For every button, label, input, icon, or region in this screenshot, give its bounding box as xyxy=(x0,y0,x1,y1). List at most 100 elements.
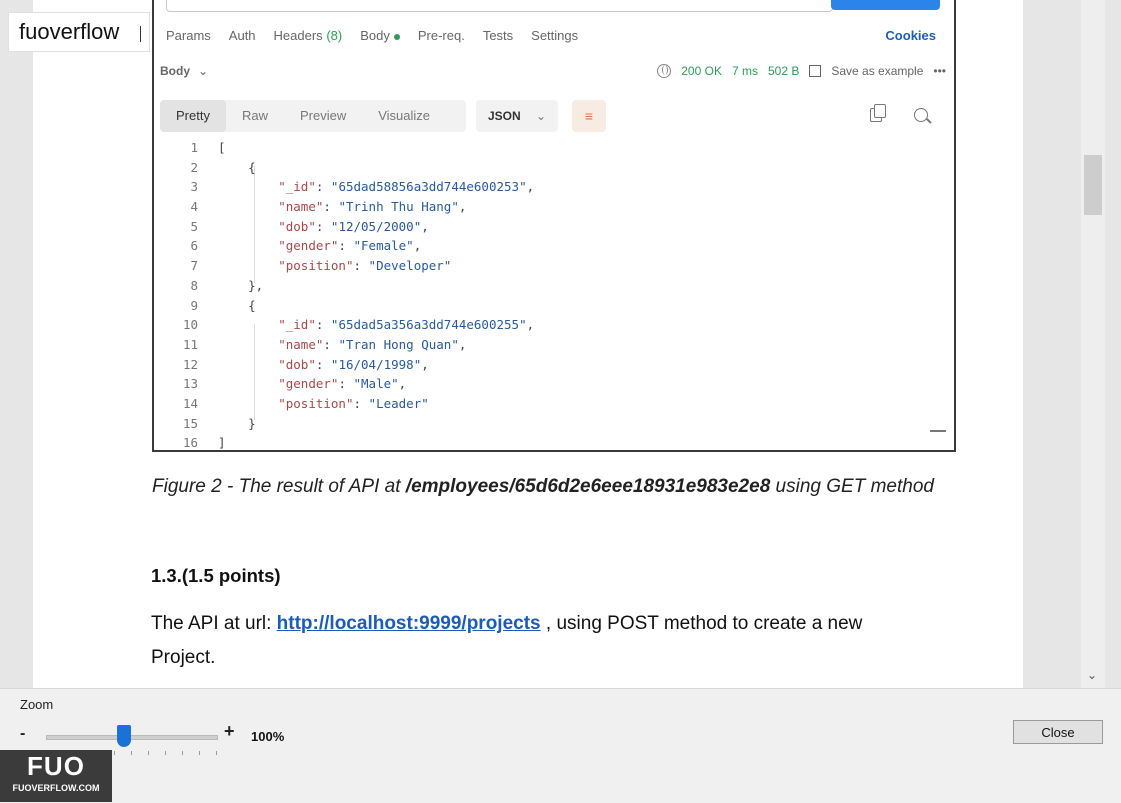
code-text: "dob": "12/05/2000", xyxy=(278,218,429,234)
code-line: 16] xyxy=(154,433,944,453)
line-number: 14 xyxy=(182,395,198,411)
response-size: 502 B xyxy=(767,64,800,78)
save-icon xyxy=(809,65,822,77)
code-text: "_id": "65dad5a356a3dd744e600255", xyxy=(278,317,535,333)
scroll-marker xyxy=(930,430,946,432)
code-line: 8 }, xyxy=(154,276,944,296)
slider-tick xyxy=(165,751,166,755)
headers-count: (8) xyxy=(326,28,343,43)
vertical-scrollbar[interactable]: ⌄ xyxy=(1081,0,1105,688)
tab-headers: Headers (8) xyxy=(273,28,343,43)
cookies-link: Cookies xyxy=(885,28,936,43)
view-tabs: Pretty Raw Preview Visualize xyxy=(160,100,466,132)
line-number: 15 xyxy=(182,415,198,431)
code-line: 7 "position": "Developer" xyxy=(154,256,944,276)
send-button xyxy=(831,0,940,10)
line-number: 6 xyxy=(190,238,198,254)
line-number: 2 xyxy=(190,159,198,175)
code-line: 6 "gender": "Female", xyxy=(154,236,944,256)
section-title: 1.3.(1.5 points) xyxy=(151,565,281,586)
code-text: "name": "Trinh Thu Hang", xyxy=(278,199,467,215)
line-number: 3 xyxy=(190,179,198,195)
code-text: "dob": "16/04/1998", xyxy=(278,356,429,372)
document-viewer: Params Auth Headers (8) Body Pre-req. Tests Se… xyxy=(0,0,1121,688)
chevron-down-icon: ⌄ xyxy=(198,64,209,78)
status-code: 200 OK xyxy=(681,64,722,78)
response-bar: Body ⌄ 200 OK 7 ms 502 B Save as example … xyxy=(160,64,948,84)
line-number: 11 xyxy=(182,336,198,352)
code-text: [ xyxy=(218,140,226,155)
tab-preview: Preview xyxy=(299,108,347,123)
format-select: JSON ⌄ xyxy=(476,100,558,132)
line-number: 12 xyxy=(182,356,198,372)
postman-screenshot: Params Auth Headers (8) Body Pre-req. Tests Se… xyxy=(152,0,956,452)
code-line: 10 "_id": "65dad5a356a3dd744e600255", xyxy=(154,315,944,335)
zoom-in-button[interactable]: + xyxy=(224,721,235,742)
code-line: 9 { xyxy=(154,296,944,316)
json-code-view: 1[2 {3 "_id": "65dad58856a3dd744e600253"… xyxy=(154,138,944,453)
slider-tick xyxy=(131,751,132,755)
search-icon xyxy=(914,108,928,122)
code-line: 15 } xyxy=(154,414,944,434)
code-text: { xyxy=(218,159,256,175)
code-text: "position": "Developer" xyxy=(278,258,452,274)
code-line: 5 "dob": "12/05/2000", xyxy=(154,217,944,237)
tab-body: Body xyxy=(360,28,400,43)
line-number: 13 xyxy=(182,376,198,392)
slider-tick xyxy=(148,751,149,755)
zoom-panel: Zoom - + 100% Close xyxy=(0,688,1121,803)
code-line: 1[ xyxy=(154,138,944,158)
tab-visualize: Visualize xyxy=(378,108,431,123)
code-text: ] xyxy=(218,435,226,451)
url-bar xyxy=(166,0,833,12)
zoom-out-button[interactable]: - xyxy=(20,725,25,743)
wrap-lines-icon: ≡ xyxy=(572,100,606,132)
zoom-value: 100% xyxy=(251,729,285,744)
globe-icon xyxy=(657,64,672,78)
request-tabs: Params Auth Headers (8) Body Pre-req. Tests Se… xyxy=(166,28,596,43)
line-number: 16 xyxy=(182,435,198,451)
fuoverflow-logo: FUO FUOVERFLOW.COM xyxy=(0,750,112,802)
code-line: 13 "gender": "Male", xyxy=(154,374,944,394)
response-body-dropdown: Body ⌄ xyxy=(160,64,209,78)
code-text: "gender": "Male", xyxy=(278,376,407,392)
code-line: 3 "_id": "65dad58856a3dd744e600253", xyxy=(154,177,944,197)
code-text: "name": "Tran Hong Quan", xyxy=(278,336,467,352)
projects-url-link[interactable]: http://localhost:9999/projects xyxy=(277,613,541,634)
line-number: 10 xyxy=(182,317,198,333)
code-text: "_id": "65dad58856a3dd744e600253", xyxy=(278,179,535,195)
code-line: 4 "name": "Trinh Thu Hang", xyxy=(154,197,944,217)
more-icon: ••• xyxy=(933,64,946,78)
text-caret xyxy=(140,26,141,42)
tab-settings: Settings xyxy=(531,28,579,43)
response-time: 7 ms xyxy=(731,64,758,78)
tab-tests: Tests xyxy=(482,28,514,43)
save-as-example: Save as example xyxy=(831,64,924,78)
zoom-slider-thumb[interactable] xyxy=(117,725,132,747)
paragraph: The API at url: http://localhost:9999/pr… xyxy=(151,613,863,668)
body-dot-icon xyxy=(393,33,400,40)
zoom-label: Zoom xyxy=(20,697,54,712)
slider-tick xyxy=(182,751,183,755)
scroll-down-icon[interactable]: ⌄ xyxy=(1087,668,1097,682)
line-number: 4 xyxy=(190,199,198,215)
code-text: { xyxy=(218,297,256,313)
code-line: 14 "position": "Leader" xyxy=(154,394,944,414)
code-text: }, xyxy=(218,277,264,293)
line-number: 5 xyxy=(190,218,198,234)
code-text: "gender": "Female", xyxy=(278,238,422,254)
tab-auth: Auth xyxy=(228,28,256,43)
code-text: } xyxy=(218,415,256,431)
slider-tick xyxy=(216,751,217,755)
code-line: 11 "name": "Tran Hong Quan", xyxy=(154,335,944,355)
code-line: 12 "dob": "16/04/1998", xyxy=(154,355,944,375)
tab-raw: Raw xyxy=(241,108,268,123)
line-number: 8 xyxy=(190,277,198,293)
zoom-slider-track[interactable] xyxy=(46,735,218,740)
close-button[interactable]: Close xyxy=(1013,720,1103,744)
code-text: "position": "Leader" xyxy=(278,395,429,411)
tab-pretty: Pretty xyxy=(160,100,226,132)
code-line: 2 { xyxy=(154,158,944,178)
tab-prereq: Pre-req. xyxy=(417,28,465,43)
scrollbar-thumb[interactable] xyxy=(1084,155,1102,215)
